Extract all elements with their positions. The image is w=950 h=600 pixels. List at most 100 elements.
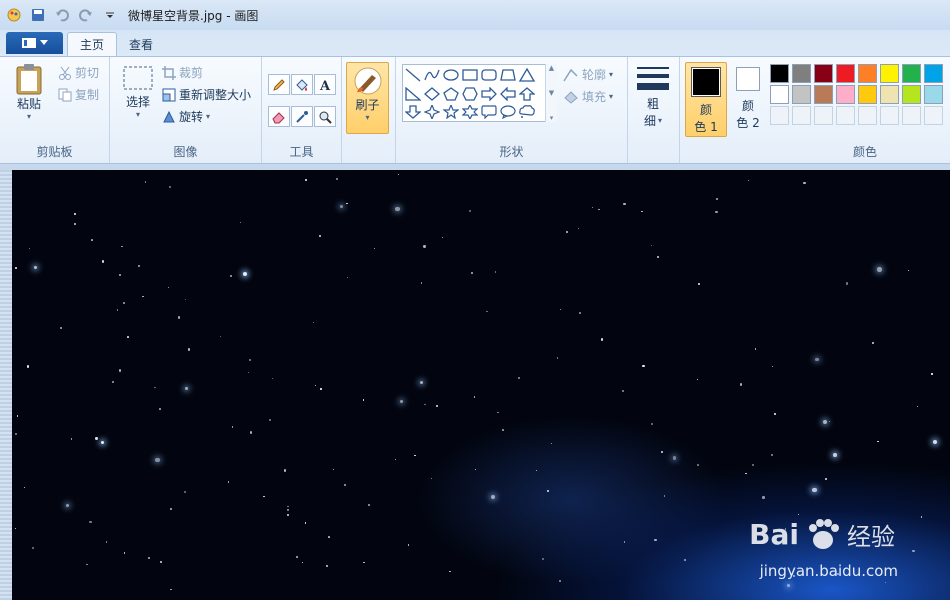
crop-button[interactable]: 裁剪: [162, 64, 203, 81]
line-shape[interactable]: [404, 66, 422, 83]
down-arrow-shape[interactable]: [404, 103, 422, 120]
palette-swatch[interactable]: [836, 85, 855, 104]
star: [654, 538, 657, 541]
palette-swatch[interactable]: [924, 85, 943, 104]
cut-button[interactable]: 剪切: [58, 64, 99, 81]
oval-callout-shape[interactable]: [499, 103, 517, 120]
star: [219, 335, 222, 338]
star: [877, 440, 879, 443]
palette-swatch[interactable]: [792, 85, 811, 104]
triangle-shape[interactable]: [518, 66, 536, 83]
star: [578, 311, 581, 315]
scroll-down-icon[interactable]: ▼: [549, 89, 554, 97]
cloud-callout-shape[interactable]: [518, 103, 536, 120]
customize-quick-access-icon[interactable]: [100, 5, 120, 25]
size-button[interactable]: 粗 细 ▾: [636, 65, 670, 129]
star: [623, 202, 626, 205]
magnifier-tool[interactable]: [314, 106, 336, 127]
palette-swatch[interactable]: [880, 106, 899, 125]
hexagon-shape[interactable]: [461, 85, 479, 102]
four-point-star-shape[interactable]: [423, 103, 441, 120]
palette-swatch[interactable]: [836, 106, 855, 125]
redo-icon[interactable]: [76, 5, 96, 25]
pencil-tool[interactable]: [268, 74, 290, 95]
star: [74, 213, 77, 216]
rounded-callout-shape[interactable]: [480, 103, 498, 120]
diamond-shape[interactable]: [423, 85, 441, 102]
rounded-rectangle-shape[interactable]: [480, 66, 498, 83]
polygon-shape[interactable]: [499, 66, 517, 83]
palette-swatch[interactable]: [902, 64, 921, 83]
pentagon-shape[interactable]: [442, 85, 460, 102]
save-icon[interactable]: [28, 5, 48, 25]
star: [95, 437, 98, 440]
right-arrow-shape[interactable]: [480, 85, 498, 102]
scroll-up-icon[interactable]: ▲: [549, 64, 554, 72]
palette-swatch[interactable]: [902, 85, 921, 104]
right-triangle-shape[interactable]: [404, 85, 422, 102]
six-point-star-shape[interactable]: [461, 103, 479, 120]
star: [31, 546, 34, 549]
eraser-tool[interactable]: [268, 106, 290, 127]
tab-home[interactable]: 主页: [67, 32, 118, 56]
star: [247, 371, 249, 373]
image-group-label: 图像: [173, 145, 198, 159]
color-picker-tool[interactable]: [291, 106, 313, 127]
palette-swatch[interactable]: [770, 85, 789, 104]
palette-swatch[interactable]: [880, 64, 899, 83]
brush-button[interactable]: 刷子 ▾: [346, 62, 389, 134]
palette-swatch[interactable]: [814, 106, 833, 125]
five-point-star-shape[interactable]: [442, 103, 460, 120]
chevron-down-icon: ▾: [658, 116, 663, 125]
palette-swatch[interactable]: [792, 64, 811, 83]
paint-menu-button[interactable]: [6, 32, 63, 54]
palette-swatch[interactable]: [792, 106, 811, 125]
star: [367, 504, 370, 507]
paint-app-icon[interactable]: [4, 5, 24, 25]
expand-gallery-icon[interactable]: ▾: [550, 114, 554, 122]
copy-button[interactable]: 复制: [58, 86, 99, 103]
paste-button[interactable]: 粘贴 ▾: [14, 63, 44, 121]
star: [14, 527, 16, 529]
star: [242, 272, 247, 277]
rotate-button[interactable]: 旋转 ▾: [162, 108, 210, 125]
palette-swatch[interactable]: [880, 85, 899, 104]
star: [106, 541, 108, 543]
star: [470, 272, 473, 275]
outline-button[interactable]: 轮廓 ▾: [563, 66, 613, 83]
tab-view[interactable]: 查看: [117, 32, 165, 56]
palette-swatch[interactable]: [858, 106, 877, 125]
undo-icon[interactable]: [52, 5, 72, 25]
resize-button[interactable]: 重新调整大小: [162, 86, 251, 103]
palette-swatch[interactable]: [836, 64, 855, 83]
palette-swatch[interactable]: [924, 64, 943, 83]
palette-swatch[interactable]: [902, 106, 921, 125]
color1-preview: [691, 67, 721, 97]
palette-swatch[interactable]: [770, 64, 789, 83]
left-arrow-shape[interactable]: [499, 85, 517, 102]
palette-swatch[interactable]: [858, 85, 877, 104]
palette-swatch[interactable]: [814, 85, 833, 104]
fill-tool[interactable]: [291, 74, 313, 95]
canvas-area: Bai 经验 jingyan.baidu.com: [0, 164, 950, 600]
curve-shape[interactable]: [423, 66, 441, 83]
star: [314, 384, 316, 386]
palette-swatch[interactable]: [858, 64, 877, 83]
palette-swatch[interactable]: [924, 106, 943, 125]
palette-swatch[interactable]: [770, 106, 789, 125]
star: [556, 357, 559, 359]
star: [424, 403, 426, 406]
fill-button[interactable]: 填充 ▾: [563, 88, 613, 105]
shapes-scrollbar[interactable]: ▲ ▼ ▾: [545, 64, 557, 122]
oval-shape[interactable]: [442, 66, 460, 83]
select-button[interactable]: 选择 ▾: [122, 65, 154, 119]
text-tool[interactable]: A: [314, 74, 336, 95]
palette-swatch[interactable]: [814, 64, 833, 83]
image-canvas[interactable]: Bai 经验 jingyan.baidu.com: [12, 170, 950, 600]
star: [495, 271, 497, 273]
chevron-down-icon: ▾: [26, 112, 31, 121]
color1-button[interactable]: 颜 色 1: [685, 62, 727, 137]
rectangle-shape[interactable]: [461, 66, 479, 83]
up-arrow-shape[interactable]: [518, 85, 536, 102]
color2-button[interactable]: 颜 色 2: [733, 67, 763, 131]
